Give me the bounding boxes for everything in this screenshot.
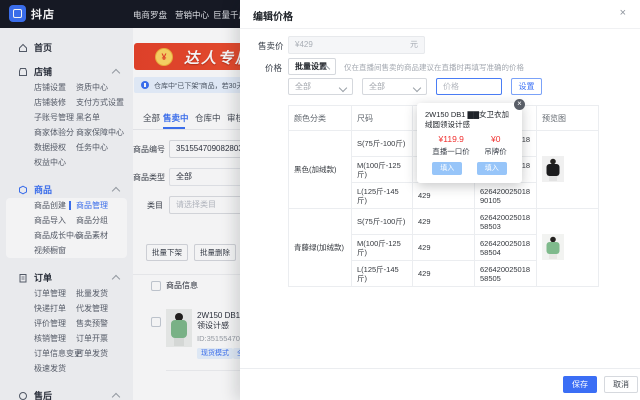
filter-select-1[interactable]: 全部 <box>288 78 353 95</box>
size-cell: L(125斤-145斤) <box>351 260 413 287</box>
size-cell: M(100斤-125斤) <box>351 234 413 261</box>
chevron-down-icon <box>412 83 422 93</box>
save-button[interactable]: 保存 <box>563 376 597 393</box>
filter-select-1-value: 全部 <box>295 82 311 91</box>
col-size: 尺码 <box>351 105 413 131</box>
fill-tag-price-button[interactable]: 填入 <box>476 162 507 175</box>
sell-price-label: 售卖价 <box>258 41 284 51</box>
fill-live-price-button[interactable]: 填入 <box>432 162 463 175</box>
size-cell: L(125斤-145斤) <box>351 182 413 209</box>
preview-image-green <box>542 233 564 262</box>
popup-live-price-label: 直播一口价 <box>432 147 470 156</box>
modal-title: 编辑价格 <box>253 12 293 23</box>
price-fill-popup: × 2W150 DB1 ▇▇女卫衣加绒圆领设计感 ¥119.9 ¥0 直播一口价… <box>417 99 525 183</box>
price-cell[interactable]: 429 <box>412 260 475 287</box>
modal-header: 编辑价格 × <box>240 0 640 29</box>
chevron-up-icon <box>321 64 331 74</box>
popup-live-price: ¥119.9 <box>438 134 464 144</box>
app-screen: 抖店 电商罗盘 营销中心 巨量千川 首页 店铺 店铺设置 资质中心 店铺装修 支… <box>0 0 640 400</box>
size-cell: S(75斤-100斤) <box>351 208 413 235</box>
sell-price-unit: 元 <box>410 40 418 49</box>
popup-close-icon[interactable]: × <box>514 99 525 110</box>
modal-footer: 保存 取消 <box>240 368 640 400</box>
filter-select-2-value: 全部 <box>369 82 385 91</box>
size-cell: M(100斤-125斤) <box>351 156 413 183</box>
color-group-green: 青藤绿(加绒款) <box>288 208 352 287</box>
code-cell: 62642002501858503 <box>474 208 537 235</box>
batch-setting-select[interactable]: 批量设置 <box>288 58 336 75</box>
edit-price-modal: 编辑价格 × 售卖价 ¥429 元 价格 批量设置 仅在直播间售卖的商品建议在直… <box>240 0 640 400</box>
price-input[interactable]: 价格 <box>436 78 502 95</box>
popup-tag-price: ¥0 <box>490 134 501 144</box>
price-cell[interactable]: 429 <box>412 234 475 261</box>
code-cell: 62642002501890105 <box>474 182 537 209</box>
sell-price-input[interactable]: ¥429 元 <box>288 36 425 54</box>
preview-cell-black <box>536 130 599 209</box>
set-button[interactable]: 设置 <box>511 78 542 95</box>
code-cell: 62642002501858505 <box>474 260 537 287</box>
col-preview: 预览图 <box>536 105 599 131</box>
table-row: 青藤绿(加绒款) S(75斤-100斤) 429 626420025018585… <box>288 208 599 287</box>
close-icon[interactable]: × <box>620 7 626 19</box>
price-helper-text: 仅在直播间售卖的商品建议在直播时再填写准确的价格 <box>344 63 524 72</box>
price-label: 价格 <box>265 63 283 73</box>
code-cell: 62642002501858504 <box>474 234 537 261</box>
price-cell[interactable]: 429 <box>412 208 475 235</box>
size-cell: S(75斤-100斤) <box>351 130 413 157</box>
popup-product-title: 2W150 DB1 ▇▇女卫衣加绒圆领设计感 <box>425 110 510 129</box>
modal-dim-overlay <box>0 0 240 400</box>
price-cell[interactable]: 429 <box>412 182 475 209</box>
preview-image-black <box>542 155 564 184</box>
preview-cell-green <box>536 208 599 287</box>
color-group-black: 黑色(加绒款) <box>288 130 352 209</box>
chevron-down-icon <box>338 83 348 93</box>
filter-select-2[interactable]: 全部 <box>362 78 427 95</box>
popup-tag-price-label: 吊牌价 <box>484 147 507 156</box>
col-color: 颜色分类 <box>288 105 352 131</box>
cancel-button[interactable]: 取消 <box>604 376 638 393</box>
sell-price-value: ¥429 <box>295 40 313 49</box>
